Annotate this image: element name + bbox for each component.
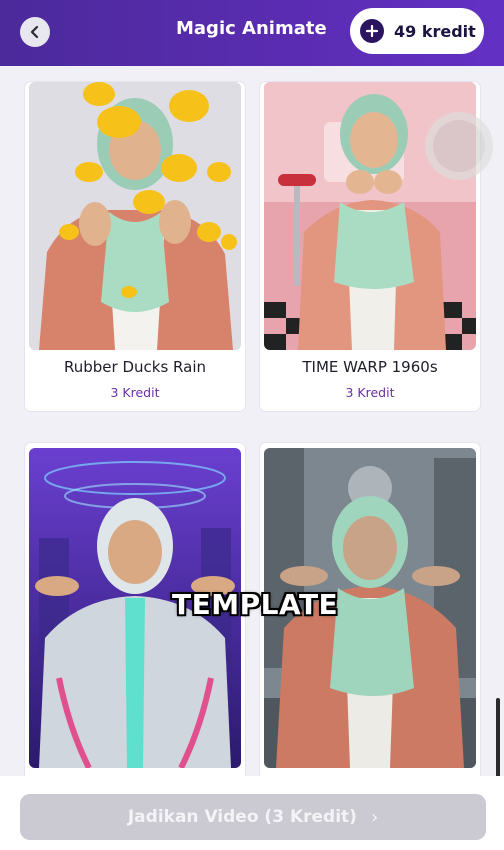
- make-video-button[interactable]: Jadikan Video (3 Kredit) ›: [20, 794, 486, 840]
- credit-balance: 49 kredit: [394, 21, 476, 41]
- credit-balance-button[interactable]: 49 kredit: [350, 8, 484, 54]
- template-name: Rubber Ducks Rain: [64, 358, 206, 376]
- template-thumbnail: [29, 82, 241, 350]
- floating-touch-button[interactable]: [425, 112, 493, 180]
- app-header: Magic Animate 49 kredit: [0, 0, 504, 66]
- make-video-label: Jadikan Video (3 Kredit): [127, 807, 357, 827]
- back-button[interactable]: [20, 17, 50, 47]
- scrollbar[interactable]: [496, 698, 500, 778]
- template-credit: 3 Kredit: [110, 385, 160, 400]
- template-card[interactable]: Rubber Ducks Rain 3 Kredit: [25, 82, 245, 411]
- chevron-right-icon: ›: [370, 806, 379, 828]
- template-credit: 3 Kredit: [345, 385, 395, 400]
- overlay-caption: TEMPLATE: [172, 588, 339, 621]
- page-title: Magic Animate: [176, 18, 327, 39]
- plus-icon: [360, 19, 384, 43]
- chevron-left-icon: [30, 25, 39, 39]
- template-name: TIME WARP 1960s: [302, 358, 438, 376]
